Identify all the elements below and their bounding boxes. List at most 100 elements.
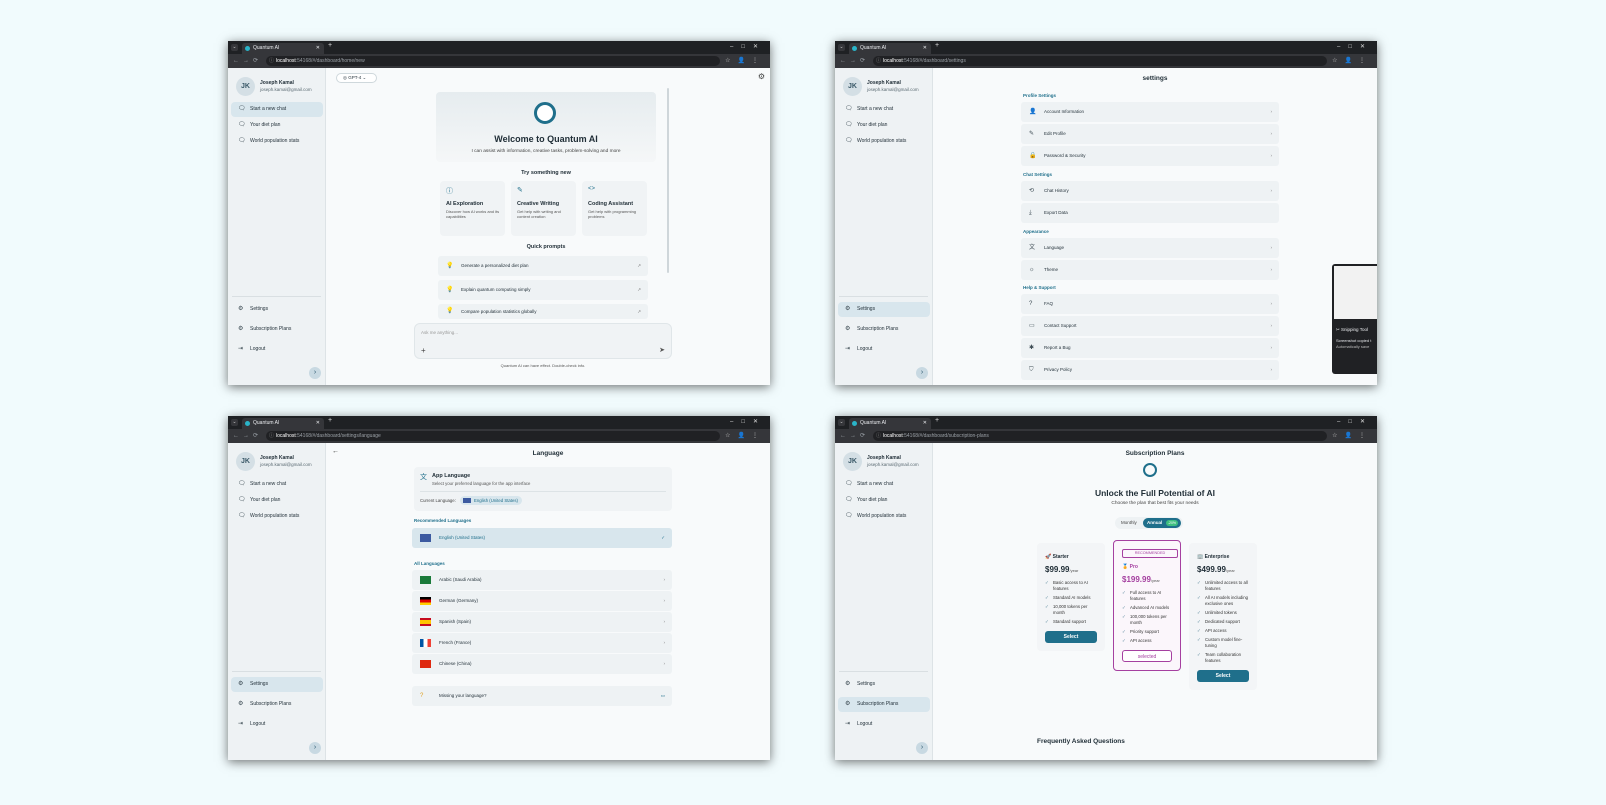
- new-tab-button[interactable]: +: [328, 417, 332, 424]
- close-tab-icon[interactable]: ✕: [923, 43, 927, 54]
- settings-row-account[interactable]: 👤 Account Information ›: [1021, 102, 1279, 122]
- quick-prompt[interactable]: 💡 Generate a personalized diet plan ↗: [438, 256, 648, 276]
- tab-search-button[interactable]: ⌄: [231, 44, 238, 51]
- url-field[interactable]: ⓘ localhost:54168/#/dashboard/settings: [873, 56, 1327, 66]
- language-row[interactable]: Spanish (Spain) ›: [412, 612, 672, 632]
- sidebar-item-settings[interactable]: ⚙ Settings: [838, 677, 930, 692]
- sidebar-item-logout[interactable]: ⇥ Logout: [231, 342, 323, 357]
- sidebar-item-diet[interactable]: 🗨 Your diet plan: [231, 493, 323, 508]
- sidebar-item-population[interactable]: 🗨 World population stats: [838, 509, 930, 524]
- nav-buttons[interactable]: ←→⟳: [233, 432, 262, 439]
- settings-row-chat-history[interactable]: ⟲ Chat History ›: [1021, 181, 1279, 201]
- snipping-tool-toast[interactable]: ✂ Snipping Tool Screenshot copied t Auto…: [1332, 264, 1377, 374]
- selected-button[interactable]: selected: [1122, 649, 1172, 662]
- browser-actions[interactable]: ☆👤⋮: [725, 57, 765, 64]
- chat-input[interactable]: Ask me anything...: [421, 330, 458, 335]
- site-info-icon[interactable]: ⓘ: [876, 56, 881, 66]
- sidebar-item-new-chat[interactable]: 🗨 Start a new chat: [838, 477, 930, 492]
- scrollbar[interactable]: [667, 88, 669, 273]
- url-field[interactable]: ⓘ localhost:54168/#/dashboard/home/new: [266, 56, 720, 66]
- browser-tab[interactable]: Quantum AI ✕: [849, 418, 931, 429]
- settings-row-theme[interactable]: ☼ Theme ›: [1021, 260, 1279, 280]
- quick-prompt[interactable]: 💡 Explain quantum computing simply ↗: [438, 280, 648, 300]
- sidebar-item-diet[interactable]: 🗨 Your diet plan: [838, 118, 930, 133]
- sidebar-item-logout[interactable]: ⇥ Logout: [838, 717, 930, 732]
- new-tab-button[interactable]: +: [935, 417, 939, 424]
- toggle-monthly[interactable]: Monthly: [1121, 517, 1137, 529]
- new-tab-button[interactable]: +: [935, 42, 939, 49]
- sidebar-item-logout[interactable]: ⇥ Logout: [231, 717, 323, 732]
- browser-actions[interactable]: ☆👤⋮: [725, 432, 765, 439]
- sidebar-item-diet[interactable]: 🗨 Your diet plan: [838, 493, 930, 508]
- settings-gear-icon[interactable]: ⚙: [758, 72, 765, 81]
- quick-prompt[interactable]: 💡 Compare population statistics globally ↗: [438, 304, 648, 319]
- sidebar-item-settings[interactable]: ⚙ Settings: [231, 677, 323, 692]
- language-row[interactable]: German (Germany) ›: [412, 591, 672, 611]
- sidebar-item-diet[interactable]: 🗨 Your diet plan: [231, 118, 323, 133]
- settings-row-contact[interactable]: ▭ Contact Support ›: [1021, 316, 1279, 336]
- settings-row-language[interactable]: 文 Language ›: [1021, 238, 1279, 258]
- collapse-sidebar-button[interactable]: ›: [916, 367, 928, 379]
- window-controls[interactable]: –□✕: [730, 416, 766, 429]
- sidebar-item-settings[interactable]: ⚙ Settings: [838, 302, 930, 317]
- message-icon[interactable]: ▭: [661, 686, 665, 706]
- language-row-recommended[interactable]: English (United States) ✓: [412, 528, 672, 548]
- browser-tab[interactable]: Quantum AI ✕: [242, 418, 324, 429]
- sidebar-item-new-chat[interactable]: 🗨 Start a new chat: [231, 477, 323, 492]
- language-row[interactable]: Chinese (China) ›: [412, 654, 672, 674]
- sidebar-item-settings[interactable]: ⚙ Settings: [231, 302, 323, 317]
- settings-row-faq[interactable]: ? FAQ ›: [1021, 294, 1279, 314]
- settings-row-edit-profile[interactable]: ✎ Edit Profile ›: [1021, 124, 1279, 144]
- sidebar-item-population[interactable]: 🗨 World population stats: [231, 134, 323, 149]
- url-field[interactable]: ⓘ localhost:54168/#/dashboard/subscriptio…: [873, 431, 1327, 441]
- send-icon[interactable]: ➤: [659, 346, 665, 354]
- nav-buttons[interactable]: ←→⟳: [840, 57, 869, 64]
- collapse-sidebar-button[interactable]: ›: [309, 742, 321, 754]
- window-controls[interactable]: –□✕: [730, 41, 766, 54]
- sidebar-item-population[interactable]: 🗨 World population stats: [838, 134, 930, 149]
- browser-actions[interactable]: ☆👤⋮: [1332, 432, 1372, 439]
- browser-tab[interactable]: Quantum AI ✕: [242, 43, 324, 54]
- language-row[interactable]: Arabic (Saudi Arabia) ›: [412, 570, 672, 590]
- nav-buttons[interactable]: ←→⟳: [233, 57, 262, 64]
- collapse-sidebar-button[interactable]: ›: [309, 367, 321, 379]
- attach-plus-icon[interactable]: +: [421, 346, 426, 355]
- toggle-annual[interactable]: Annual -20%: [1143, 518, 1181, 528]
- sidebar-item-plans[interactable]: ⚙ Subscription Plans: [231, 697, 323, 712]
- missing-language-row[interactable]: ? Missing your language? ▭: [412, 686, 672, 706]
- settings-row-password[interactable]: 🔒 Password & Security ›: [1021, 146, 1279, 166]
- settings-row-privacy[interactable]: ⛉ Privacy Policy ›: [1021, 360, 1279, 380]
- sidebar-item-new-chat[interactable]: 🗨 Start a new chat: [838, 102, 930, 117]
- sidebar-item-new-chat[interactable]: 🗨 Start a new chat: [231, 102, 323, 117]
- select-button[interactable]: Select: [1197, 669, 1249, 682]
- url-field[interactable]: ⓘ localhost:54168/#/dashboard/settings/la…: [266, 431, 720, 441]
- nav-buttons[interactable]: ←→⟳: [840, 432, 869, 439]
- new-tab-button[interactable]: +: [328, 42, 332, 49]
- feature-card[interactable]: ⓘ AI Exploration Discover how AI works a…: [440, 181, 505, 236]
- window-controls[interactable]: –□✕: [1337, 41, 1373, 54]
- chat-input-box[interactable]: Ask me anything... + ➤: [414, 323, 672, 359]
- close-tab-icon[interactable]: ✕: [316, 418, 320, 429]
- tab-search-button[interactable]: ⌄: [838, 44, 845, 51]
- site-info-icon[interactable]: ⓘ: [269, 431, 274, 441]
- site-info-icon[interactable]: ⓘ: [876, 431, 881, 441]
- settings-row-bug[interactable]: ✱ Report a Bug ›: [1021, 338, 1279, 358]
- feature-card[interactable]: ✎ Creative Writing Get help with writing…: [511, 181, 576, 236]
- tab-search-button[interactable]: ⌄: [838, 419, 845, 426]
- language-row[interactable]: French (France) ›: [412, 633, 672, 653]
- settings-row-export[interactable]: ⤓ Export Data: [1021, 203, 1279, 223]
- browser-actions[interactable]: ☆👤⋮: [1332, 57, 1372, 64]
- sidebar-item-plans[interactable]: ⚙ Subscription Plans: [838, 697, 930, 712]
- feature-card[interactable]: <> Coding Assistant Get help with progra…: [582, 181, 647, 236]
- sidebar-item-population[interactable]: 🗨 World population stats: [231, 509, 323, 524]
- model-selector[interactable]: ◎ GPT-4 ⌄: [336, 73, 377, 83]
- tab-search-button[interactable]: ⌄: [231, 419, 238, 426]
- sidebar-item-plans[interactable]: ⚙ Subscription Plans: [838, 322, 930, 337]
- close-tab-icon[interactable]: ✕: [923, 418, 927, 429]
- collapse-sidebar-button[interactable]: ›: [916, 742, 928, 754]
- sidebar-item-plans[interactable]: ⚙ Subscription Plans: [231, 322, 323, 337]
- window-controls[interactable]: –□✕: [1337, 416, 1373, 429]
- billing-toggle[interactable]: Monthly Annual -20%: [1115, 517, 1183, 529]
- site-info-icon[interactable]: ⓘ: [269, 56, 274, 66]
- select-button[interactable]: Select: [1045, 630, 1097, 643]
